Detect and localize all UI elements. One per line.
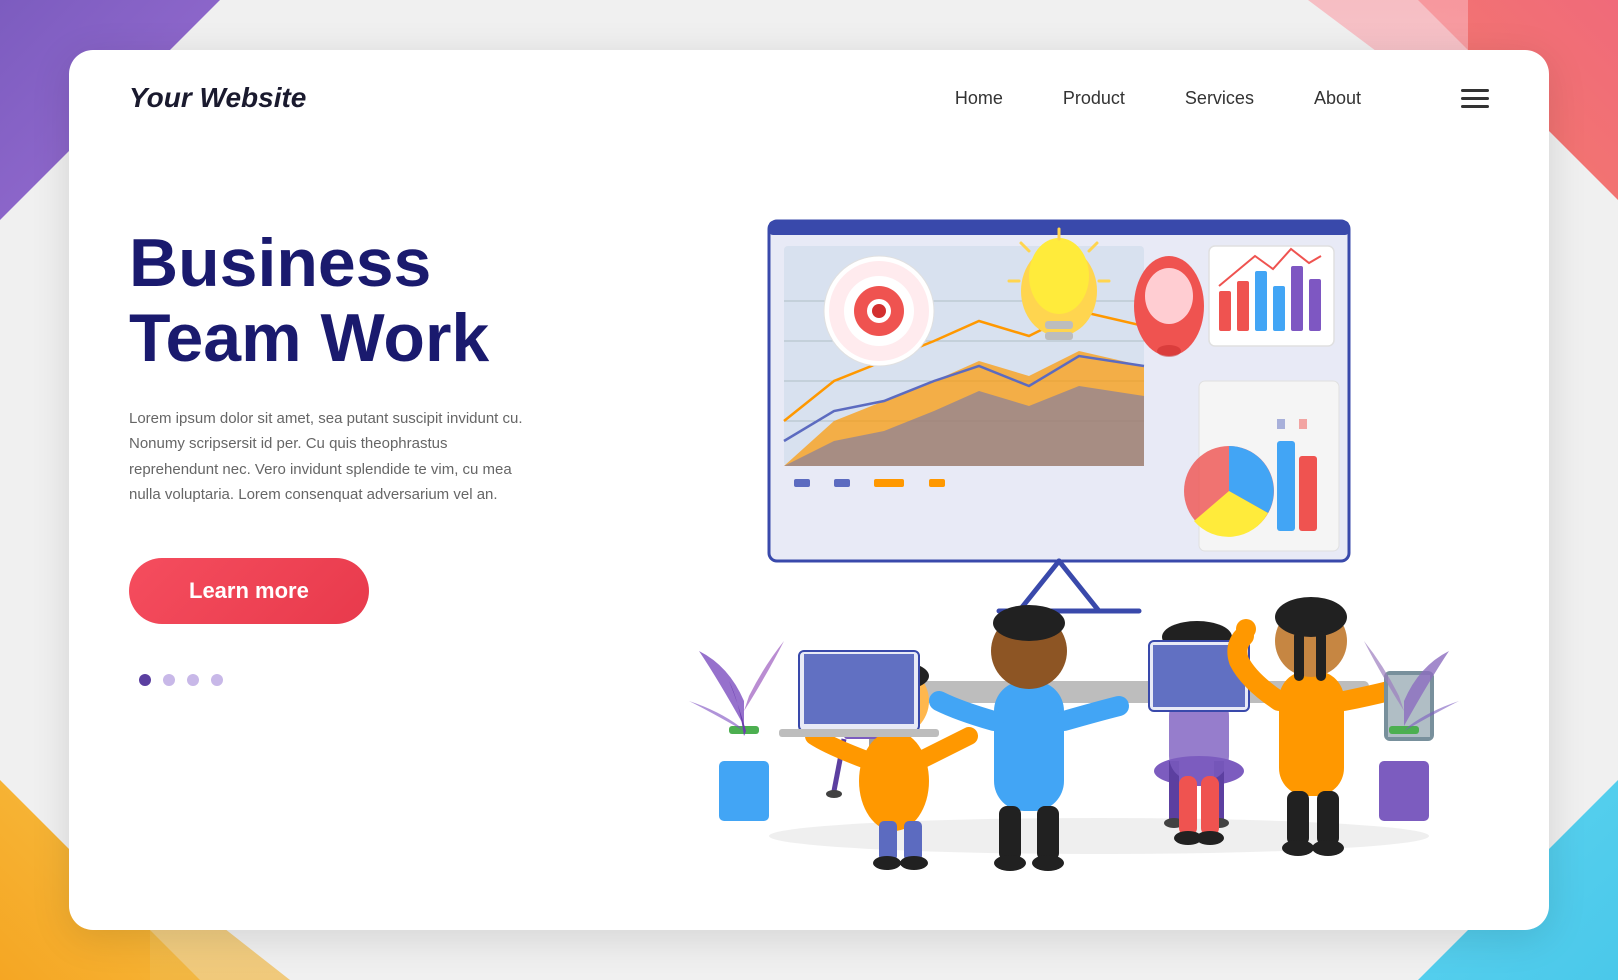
dot-3[interactable] bbox=[187, 674, 199, 686]
learn-more-button[interactable]: Learn more bbox=[129, 558, 369, 624]
hamburger-menu[interactable] bbox=[1461, 89, 1489, 108]
hamburger-line-2 bbox=[1461, 97, 1489, 100]
content-area: Business Team Work Lorem ipsum dolor sit… bbox=[69, 146, 1549, 916]
nav: Home Product Services About bbox=[955, 88, 1489, 109]
hamburger-line-1 bbox=[1461, 89, 1489, 92]
logo: Your Website bbox=[129, 82, 955, 114]
header: Your Website Home Product Services About bbox=[69, 50, 1549, 146]
hero-description: Lorem ipsum dolor sit amet, sea putant s… bbox=[129, 406, 529, 508]
hamburger-line-3 bbox=[1461, 105, 1489, 108]
team-illustration bbox=[639, 191, 1459, 871]
hero-title-line1: Business bbox=[129, 225, 431, 301]
hero-title: Business Team Work bbox=[129, 226, 609, 376]
nav-product[interactable]: Product bbox=[1063, 88, 1125, 109]
right-panel bbox=[609, 186, 1489, 876]
hero-title-line2: Team Work bbox=[129, 300, 489, 376]
nav-home[interactable]: Home bbox=[955, 88, 1003, 109]
dot-2[interactable] bbox=[163, 674, 175, 686]
dot-1[interactable] bbox=[139, 674, 151, 686]
main-card: Your Website Home Product Services About… bbox=[69, 50, 1549, 930]
nav-services[interactable]: Services bbox=[1185, 88, 1254, 109]
dot-4[interactable] bbox=[211, 674, 223, 686]
left-panel: Business Team Work Lorem ipsum dolor sit… bbox=[129, 186, 609, 876]
pagination-dots bbox=[139, 674, 609, 686]
nav-about[interactable]: About bbox=[1314, 88, 1361, 109]
